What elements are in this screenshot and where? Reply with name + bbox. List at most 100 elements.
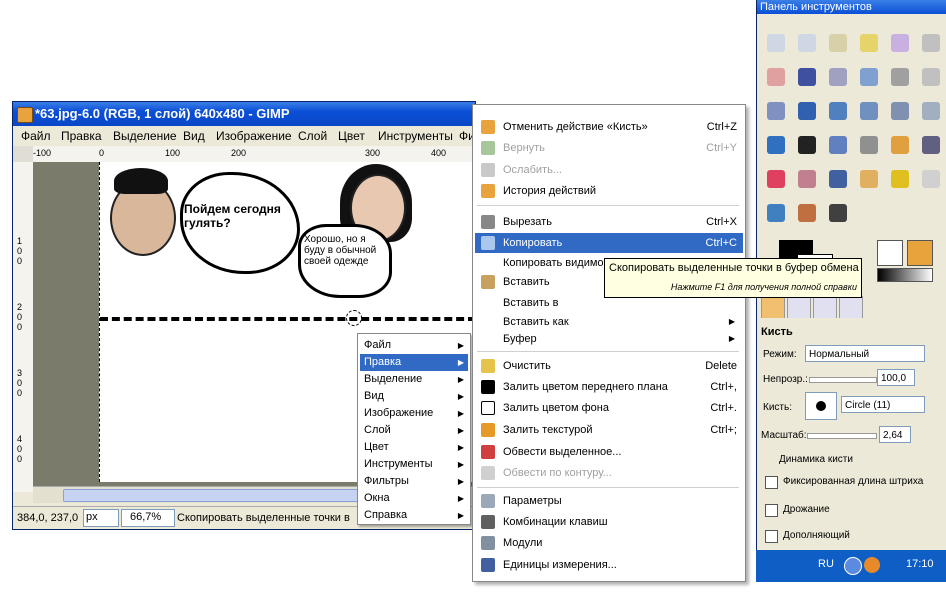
dodge-burn-tool[interactable] (825, 200, 851, 226)
ruler-label: 2 (17, 302, 23, 312)
menu-colors[interactable]: Цвет (338, 129, 365, 143)
menu-edit[interactable]: Правка (61, 129, 102, 143)
ctx-item-image[interactable]: Изображение ▶ (360, 405, 468, 422)
smudge-tool[interactable] (794, 200, 820, 226)
menu-item-fill-bg[interactable]: Залить цветом фона Ctrl+. (475, 398, 743, 418)
tray-app-icon[interactable] (864, 557, 880, 573)
perspective-clone-tool[interactable] (918, 166, 944, 192)
menu-item-cut[interactable]: Вырезать Ctrl+X (475, 212, 743, 232)
clone-tool[interactable] (856, 166, 882, 192)
menu-item-stroke-path[interactable]: Обвести по контуру... (475, 463, 743, 483)
move-tool[interactable] (918, 64, 944, 90)
airbrush-tool[interactable] (794, 166, 820, 192)
tool-options-tab[interactable] (761, 296, 785, 320)
ctx-item-filters[interactable]: Фильтры ▶ (360, 473, 468, 490)
ctx-item-help[interactable]: Справка ▶ (360, 507, 468, 524)
text-tool[interactable] (794, 132, 820, 158)
menu-item-redo[interactable]: Вернуть Ctrl+Y (475, 138, 743, 158)
menu-item-history[interactable]: История действий (475, 181, 743, 201)
unit-selector[interactable]: px (83, 509, 119, 527)
menu-item-preferences[interactable]: Параметры (475, 491, 743, 511)
paste-icon (481, 275, 495, 289)
menu-item-copy[interactable]: Копировать Ctrl+C (475, 233, 743, 253)
mode-select[interactable]: Нормальный (805, 345, 925, 362)
brush-dynamics-expander[interactable]: Динамика кисти (779, 454, 853, 465)
menu-layer[interactable]: Слой (298, 129, 327, 143)
free-select-tool[interactable] (825, 30, 851, 56)
scale-field[interactable]: 2,64 (879, 426, 911, 443)
jitter-checkbox[interactable] (765, 504, 778, 517)
ctx-item-windows[interactable]: Окна ▶ (360, 490, 468, 507)
zoom-tool[interactable] (856, 64, 882, 90)
shear-tool[interactable] (887, 98, 913, 124)
undo-history-tab[interactable] (813, 296, 837, 320)
menu-image[interactable]: Изображение (216, 129, 292, 143)
blend-tool[interactable] (856, 132, 882, 158)
device-status-tab[interactable] (787, 296, 811, 320)
ctx-item-tools[interactable]: Инструменты ▶ (360, 456, 468, 473)
menu-item-undo[interactable]: Отменить действие «Кисть» Ctrl+Z (475, 117, 743, 137)
toolbox-titlebar[interactable]: Панель инструментов (757, 0, 946, 14)
align-tool[interactable] (763, 98, 789, 124)
rect-select-tool[interactable] (763, 30, 789, 56)
ctx-item-edit[interactable]: Правка ▶ (360, 354, 468, 371)
menu-item-fill-fg[interactable]: Залить цветом переднего плана Ctrl+, (475, 377, 743, 397)
clock[interactable]: 17:10 (906, 558, 934, 570)
scale-slider[interactable] (807, 433, 877, 439)
tray-arrow-icon[interactable] (844, 557, 862, 575)
heal-tool[interactable] (887, 166, 913, 192)
menu-item-units[interactable]: Единицы измерения... (475, 555, 743, 575)
measure-tool[interactable] (887, 64, 913, 90)
foreground-select-tool[interactable] (763, 64, 789, 90)
menu-item-modules[interactable]: Модули (475, 533, 743, 553)
blur-tool[interactable] (763, 200, 789, 226)
menu-select[interactable]: Выделение (113, 129, 177, 143)
ctx-item-view[interactable]: Вид ▶ (360, 388, 468, 405)
fuzzy-select-tool[interactable] (856, 30, 882, 56)
language-indicator[interactable]: RU (818, 558, 834, 570)
window-titlebar[interactable]: *63.jpg-6.0 (RGB, 1 слой) 640x480 - GIMP (13, 102, 475, 126)
bucket-fill-tool[interactable] (825, 132, 851, 158)
scissors-select-tool[interactable] (918, 30, 944, 56)
menu-tools[interactable]: Инструменты (378, 129, 453, 143)
menu-item-stroke-selection[interactable]: Обвести выделенное... (475, 442, 743, 462)
incremental-checkbox[interactable] (765, 530, 778, 543)
ruler-corner[interactable] (13, 146, 33, 162)
ctx-item-select[interactable]: Выделение ▶ (360, 371, 468, 388)
perspective-tool[interactable] (918, 98, 944, 124)
ctx-item-file[interactable]: Файл ▶ (360, 337, 468, 354)
pencil-tool[interactable] (887, 132, 913, 158)
ctx-item-colors[interactable]: Цвет ▶ (360, 439, 468, 456)
select-by-color-tool[interactable] (887, 30, 913, 56)
opacity-slider[interactable] (809, 377, 877, 383)
speech-bubble-text: Пойдем сегодня гулять? (184, 202, 281, 230)
crop-tool[interactable] (794, 98, 820, 124)
menu-item-keyboard-shortcuts[interactable]: Комбинации клавиш (475, 512, 743, 532)
menu-file[interactable]: Файл (21, 129, 51, 143)
ctx-item-layer[interactable]: Слой ▶ (360, 422, 468, 439)
menu-view[interactable]: Вид (183, 129, 205, 143)
paintbrush-tool[interactable] (918, 132, 944, 158)
images-tab[interactable] (839, 296, 863, 320)
pattern-preview-icon[interactable] (907, 240, 933, 266)
brush-preview-icon[interactable] (877, 240, 903, 266)
color-picker-tool[interactable] (825, 64, 851, 90)
paths-tool[interactable] (794, 64, 820, 90)
rotate-tool[interactable] (825, 98, 851, 124)
ellipse-select-tool[interactable] (794, 30, 820, 56)
ink-tool[interactable] (825, 166, 851, 192)
fixed-stroke-checkbox[interactable] (765, 476, 778, 489)
flip-tool[interactable] (763, 132, 789, 158)
brush-preview[interactable] (805, 392, 837, 420)
brush-name-field[interactable]: Circle (11) (841, 396, 925, 413)
gradient-preview-icon[interactable] (877, 268, 933, 282)
menu-item-fade[interactable]: Ослабить... (475, 160, 743, 180)
tooltip-hint: Нажмите F1 для получения полной справки (670, 282, 857, 292)
opacity-field[interactable]: 100,0 (877, 369, 915, 386)
menu-item-clear[interactable]: Очистить Delete (475, 356, 743, 376)
eraser-tool[interactable] (763, 166, 789, 192)
zoom-selector[interactable]: 66,7% (121, 509, 175, 527)
menu-item-fill-pattern[interactable]: Залить текстурой Ctrl+; (475, 420, 743, 440)
menu-item-buffer[interactable]: Буфер ▶ (475, 329, 743, 349)
scale-tool[interactable] (856, 98, 882, 124)
